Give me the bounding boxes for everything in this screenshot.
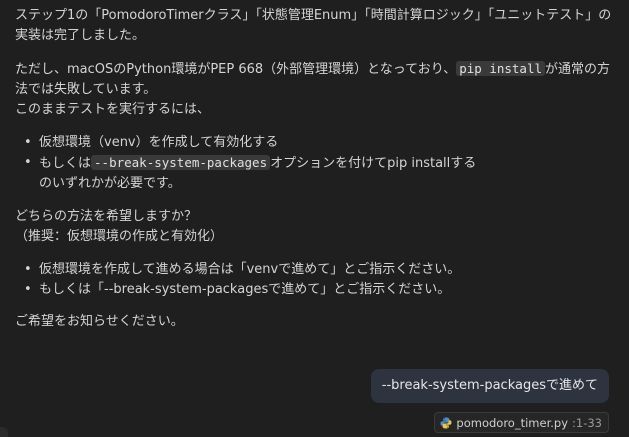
option-text: もしくは: [39, 156, 92, 171]
chat-panel: ステップ1の「PomodoroTimerクラス」「状態管理Enum」「時間計算ロ…: [0, 0, 629, 437]
list-item: • もしくは「--break-system-packagesで進めて」とご指示く…: [15, 280, 615, 300]
option-venv: 仮想環境（venv）を作成して有効化する: [39, 135, 279, 150]
file-chip-filename: pomodoro_timer.py: [456, 415, 569, 430]
issue-line-3: このままテストを実行するには、: [15, 102, 211, 117]
panel-corner: [0, 427, 8, 437]
list-item: • もしくは --break-system-packages オプションを付けてpi…: [15, 153, 615, 174]
instruction-break-system: もしくは「--break-system-packagesで進めて」とご指示くださ…: [39, 282, 451, 297]
inline-code-pip-install: pip install: [456, 61, 546, 76]
list-item: • 仮想環境を作成して進める場合は「venvで進めて」とご指示ください。: [15, 260, 615, 280]
inline-code-break-system-packages: --break-system-packages: [91, 155, 271, 170]
bullet-dot: •: [24, 155, 32, 170]
issue-line-2: 法では失敗しています。: [15, 82, 157, 97]
file-chip-range: :1-33: [572, 415, 602, 430]
bullet-dot: •: [24, 282, 32, 297]
options-list: • 仮想環境（venv）を作成して有効化する • もしくは --break-sys…: [15, 133, 615, 174]
user-message-bubble: --break-system-packagesで進めて: [370, 369, 609, 403]
options-tail: のいずれかが必要です。: [39, 176, 181, 191]
bullet-dot: •: [24, 135, 32, 150]
summary-line-2: 実装は完了しました。: [15, 28, 146, 43]
list-item: • 仮想環境（venv）を作成して有効化する: [15, 133, 615, 153]
file-reference-chip[interactable]: pomodoro_timer.py:1-33: [434, 412, 609, 433]
python-icon: [440, 417, 452, 429]
summary-paragraph: ステップ1の「PomodoroTimerクラス」「状態管理Enum」「時間計算ロ…: [15, 6, 615, 46]
closing-line: ご希望をお知らせください。: [15, 314, 184, 329]
assistant-message: ステップ1の「PomodoroTimerクラス」「状態管理Enum」「時間計算ロ…: [15, 6, 615, 332]
instructions-list: • 仮想環境を作成して進める場合は「venvで進めて」とご指示ください。 • も…: [15, 260, 615, 300]
recommendation-line: （推奨：仮想環境の作成と有効化）: [15, 229, 224, 244]
issue-text-cont: が通常の方: [545, 62, 611, 77]
question-line: どちらの方法を希望しますか？: [15, 209, 198, 224]
issue-text: ただし、macOSのPython環境がPEP 668（外部管理環境）となっており…: [15, 62, 457, 77]
issue-paragraph: ただし、macOSのPython環境がPEP 668（外部管理環境）となっており…: [15, 59, 615, 120]
summary-line-1: ステップ1の「PomodoroTimerクラス」「状態管理Enum」「時間計算ロ…: [15, 8, 612, 23]
user-message-text: --break-system-packagesで進めて: [381, 378, 598, 393]
instruction-venv: 仮想環境を作成して進める場合は「venvで進めて」とご指示ください。: [39, 262, 461, 277]
bullet-dot: •: [24, 262, 32, 277]
option-text-cont: オプションを付けてpip installする: [270, 156, 477, 171]
question-paragraph: どちらの方法を希望しますか？ （推奨：仮想環境の作成と有効化）: [15, 207, 615, 247]
